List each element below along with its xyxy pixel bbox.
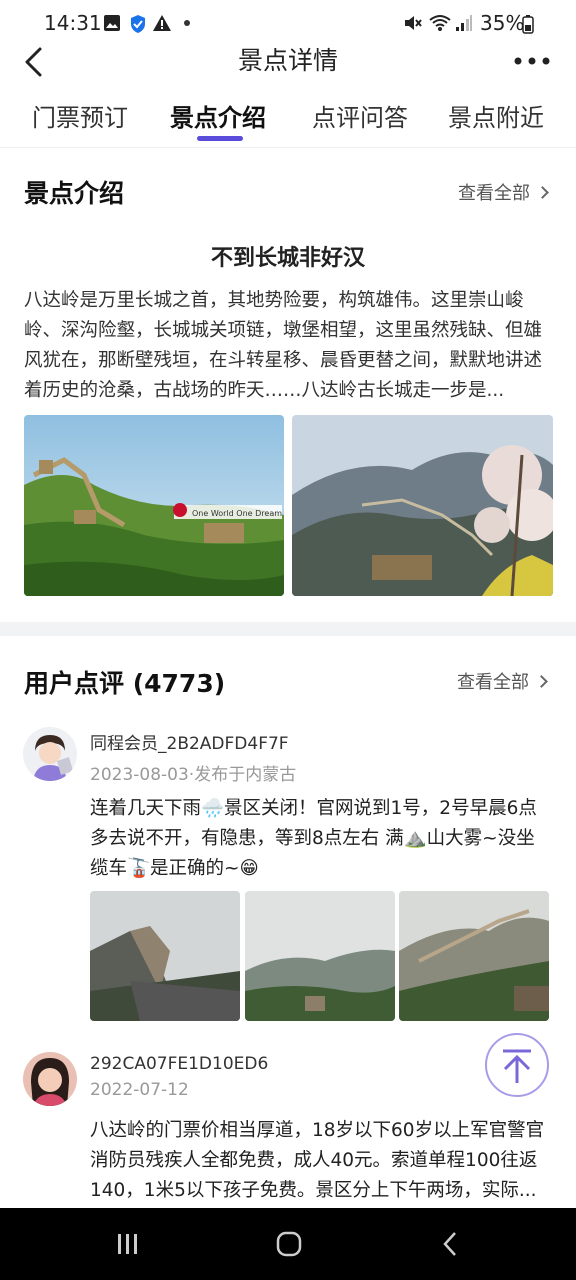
- reviews-view-all-link[interactable]: 查看全部: [457, 670, 548, 696]
- tab-bar: 门票预订 景点介绍 点评问答 景点附近: [0, 102, 576, 148]
- wifi-icon: [429, 15, 451, 31]
- photo-sign-text: One World One Dream: [192, 509, 282, 518]
- avatar[interactable]: [23, 1052, 77, 1106]
- tab-reviews[interactable]: 点评问答: [312, 102, 408, 134]
- gallery-icon: [104, 15, 120, 31]
- review-photo-2[interactable]: [245, 891, 395, 1021]
- tab-intro[interactable]: 景点介绍: [170, 102, 266, 134]
- review-text-line: 消防员残疾人全都免费，成人40元。索道单程100往返: [90, 1150, 538, 1171]
- tab-tickets[interactable]: 门票预订: [32, 102, 128, 134]
- review-text-line: 缆车🚡是正确的~😁: [90, 858, 259, 879]
- warning-icon: [153, 15, 171, 31]
- tab-nearby[interactable]: 景点附近: [448, 102, 544, 134]
- review-text: 连着几天下雨🌧️景区关闭！官网说到1号，2号早晨6点 多去说不开，有隐患，等到8…: [90, 794, 556, 884]
- intro-section-title: 景点介绍: [24, 179, 125, 208]
- review-meta: 2023-08-03·发布于内蒙古: [90, 765, 297, 785]
- intro-photo-great-wall-2[interactable]: [292, 415, 553, 596]
- review-meta: 2022-07-12: [90, 1080, 189, 1100]
- review-text: 八达岭的门票价相当厚道，18岁以下60岁以上军官警官 消防员残疾人全都免费，成人…: [90, 1116, 556, 1206]
- intro-heading: 不到长城非好汉: [210, 246, 365, 271]
- arrow-up-icon: [503, 1049, 531, 1083]
- status-bar: 14:31 35%: [0, 0, 576, 46]
- status-time: 14:31: [44, 11, 102, 35]
- intro-view-all-label: 查看全部: [458, 183, 530, 204]
- system-nav-bar: [0, 1208, 576, 1280]
- chevron-right-icon: [536, 186, 549, 199]
- intro-text: 八达岭是万里长城之首，其地势险要，构筑雄伟。这里崇山峻岭、深沟险壑，长城城关项链…: [24, 290, 543, 401]
- avatar[interactable]: [23, 727, 77, 781]
- recent-apps-icon[interactable]: [115, 1232, 141, 1256]
- more-icon[interactable]: [512, 54, 552, 68]
- shield-icon: [131, 15, 145, 33]
- back-nav-icon[interactable]: [440, 1230, 460, 1258]
- signal-icon: [456, 15, 472, 31]
- review-username[interactable]: 同程会员_2B2ADFD4F7F: [90, 729, 289, 754]
- scroll-to-top-button[interactable]: [485, 1033, 549, 1097]
- review-text-line: 连着几天下雨🌧️景区关闭！官网说到1号，2号早晨6点: [90, 798, 537, 819]
- review-text-line: 多去说不开，有隐患，等到8点左右 满⛰️山大雾~没坐: [90, 828, 535, 849]
- chevron-right-icon: [535, 675, 548, 688]
- review-text-line: 140，1米5以下孩子免费。景区分上下午两场，实际...: [90, 1180, 537, 1201]
- intro-view-all-link[interactable]: 查看全部: [458, 181, 549, 207]
- battery-icon: [522, 15, 534, 34]
- mute-icon: [405, 16, 422, 30]
- review-photo-1[interactable]: [90, 891, 240, 1021]
- battery-percent: 35%: [480, 11, 525, 35]
- dot-icon: [184, 20, 190, 26]
- intro-photo-great-wall-1[interactable]: One World One Dream: [24, 415, 284, 596]
- nav-bar: 景点详情: [0, 46, 576, 102]
- page-title: 景点详情: [237, 46, 338, 75]
- section-divider: [0, 622, 576, 636]
- home-icon[interactable]: [275, 1230, 303, 1258]
- review-photo-3[interactable]: [399, 891, 549, 1021]
- review-text-line: 八达岭的门票价相当厚道，18岁以下60岁以上军官警官: [90, 1120, 545, 1141]
- review-username[interactable]: 292CA07FE1D10ED6: [90, 1054, 268, 1074]
- reviews-section-title: 用户点评 (4773): [24, 669, 226, 698]
- active-tab-indicator: [197, 136, 243, 141]
- reviews-view-all-label: 查看全部: [457, 672, 529, 693]
